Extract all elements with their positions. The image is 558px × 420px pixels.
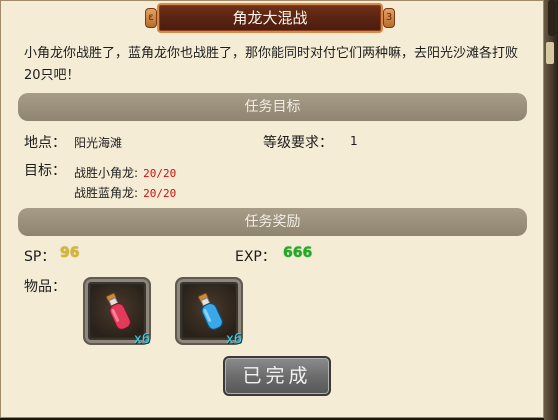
target-progress: 20/20 xyxy=(143,167,177,180)
reward-header-bar: 任务奖励 xyxy=(18,208,527,236)
location-value: 阳光海滩 xyxy=(74,136,123,150)
scrollbar-thumb[interactable] xyxy=(548,0,556,36)
target-row: 战胜小角龙: 20/20 xyxy=(74,162,176,181)
quest-title: 角龙大混战 xyxy=(157,3,383,33)
items-label: 物品： xyxy=(24,279,66,295)
target-name: 战胜小角龙: xyxy=(74,166,139,180)
sp-label: SP： xyxy=(24,249,56,265)
target-label: 目标： xyxy=(24,163,66,179)
item-quantity: x6 xyxy=(226,332,242,347)
red-potion-icon xyxy=(105,292,132,330)
quest-panel: ε 角龙大混战 3 小角龙你战胜了，蓝角龙你也战胜了，那你能同时对付它们两种嘛，… xyxy=(0,0,544,418)
blue-potion-icon xyxy=(197,292,224,330)
quest-title-plaque: ε 角龙大混战 3 xyxy=(145,3,395,33)
location-label: 地点： xyxy=(24,135,66,151)
quest-description: 小角龙你战胜了，蓝角龙你也战胜了，那你能同时对付它们两种嘛，去阳光沙滩各打败20… xyxy=(24,46,519,83)
item-quantity: x6 xyxy=(134,332,150,347)
level-label: 等级要求： xyxy=(263,135,333,151)
exp-label: EXP： xyxy=(235,249,276,265)
plaque-left-cap: ε xyxy=(145,8,157,28)
panel-right-edge xyxy=(544,0,558,420)
reward-item-slot[interactable]: x6 xyxy=(175,277,243,347)
reward-item-slot[interactable]: x6 xyxy=(83,277,151,347)
level-value: 1 xyxy=(350,134,358,148)
goal-header-bar: 任务目标 xyxy=(18,93,527,121)
target-row: 战胜蓝角龙: 20/20 xyxy=(74,182,176,201)
plaque-right-cap: 3 xyxy=(383,8,395,28)
sp-value: 96 xyxy=(60,245,80,261)
complete-button[interactable]: 已完成 xyxy=(223,356,331,396)
target-name: 战胜蓝角龙: xyxy=(74,186,139,200)
exp-value: 666 xyxy=(283,245,313,261)
target-progress: 20/20 xyxy=(143,187,177,200)
